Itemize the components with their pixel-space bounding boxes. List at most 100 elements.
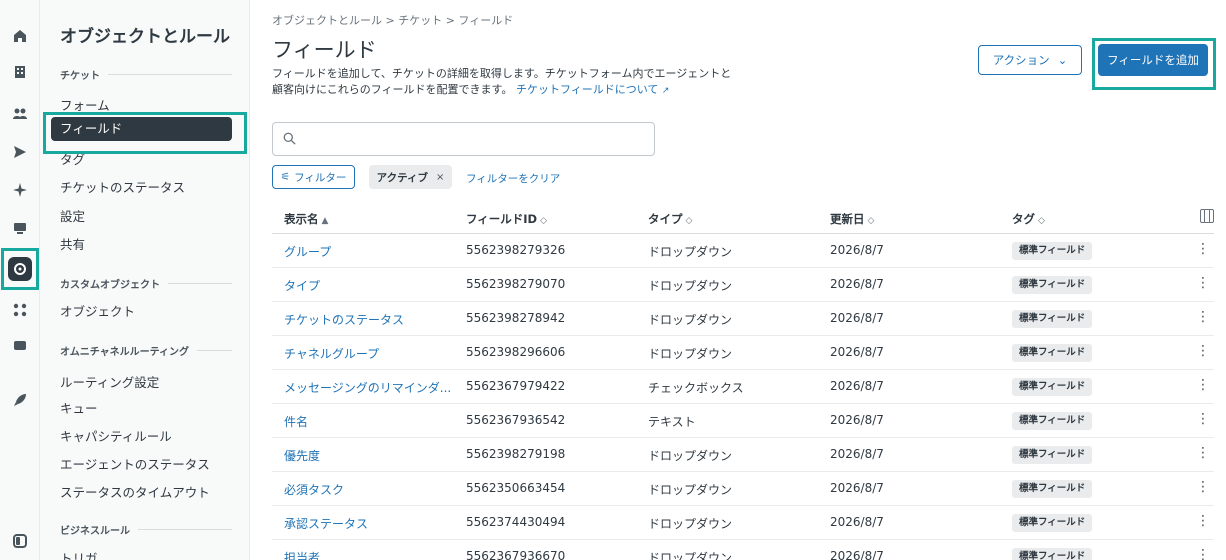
filter-button[interactable]: ⚟ フィルター [272,165,355,189]
close-icon[interactable]: × [436,172,444,183]
table-row[interactable]: グループ 5562398279326 ドロップダウン 2026/8/7 標準フィールド ⋮ [272,234,1214,268]
sort-asc-icon: ▲ [321,216,329,226]
overflow-menu-icon[interactable]: ⋮ [1196,479,1210,495]
field-id: 5562398279198 [466,447,566,461]
home-icon[interactable] [8,24,32,48]
tag-badge: 標準フィールド [1012,412,1093,430]
apps-icon[interactable] [8,298,32,322]
overflow-menu-icon[interactable]: ⋮ [1196,343,1210,359]
breadcrumb[interactable]: オブジェクトとルール > チケット > フィールド [272,12,513,28]
field-id: 5562374430494 [466,515,566,529]
table-row[interactable]: 必須タスク 5562350663454 ドロップダウン 2026/8/7 標準フィールド… [272,472,1214,506]
users-icon[interactable] [8,102,32,126]
column-header-label: フィールドID [466,212,538,226]
active-filter-chip[interactable]: アクティブ × [369,165,452,189]
nav-section-label: ビジネスルール [60,526,130,537]
field-id: 5562398279070 [466,277,566,291]
clear-filters-link[interactable]: フィルターをクリア [466,171,560,186]
fields-help-link[interactable]: チケットフィールドについて [516,83,658,96]
nav-item-sharing[interactable]: 共有 [60,234,85,253]
sparkle-icon[interactable] [8,178,32,202]
field-name-link[interactable]: 担当者 [284,549,320,560]
tag-badge: 標準フィールド [1012,242,1093,260]
sort-icon: ◇ [685,216,693,226]
tag-badge: 標準フィールド [1012,310,1093,328]
overflow-menu-icon[interactable]: ⋮ [1196,445,1210,461]
nav-item-ticket-statuses[interactable]: チケットのステータス [60,177,185,196]
nav-item-queues[interactable]: キュー [60,398,98,417]
column-header-label: 更新日 [830,212,865,226]
page-title: フィールド [272,38,377,62]
chip-label: アクティブ [376,171,428,184]
overflow-menu-icon[interactable]: ⋮ [1196,241,1210,257]
updated-date: 2026/8/7 [830,243,884,257]
field-name-link[interactable]: 優先度 [284,447,320,464]
field-type: ドロップダウン [648,483,733,497]
field-name-link[interactable]: メッセージングのリマインダ... [284,379,451,396]
column-header-tags[interactable]: タグ ◇ [1012,211,1045,227]
field-id: 5562350663454 [466,481,566,495]
column-header-field-id[interactable]: フィールドID ◇ [466,211,547,227]
nav-item-routing-settings[interactable]: ルーティング設定 [60,372,159,391]
field-name-link[interactable]: 承認ステータス [284,515,368,532]
field-name-link[interactable]: 件名 [284,413,308,430]
overflow-menu-icon[interactable]: ⋮ [1196,309,1210,325]
field-name-link[interactable]: 必須タスク [284,481,344,498]
actions-button-label: アクション [992,53,1050,67]
table-row[interactable]: チャネルグループ 5562398296606 ドロップダウン 2026/8/7 標準フィ… [272,336,1214,370]
rocket-icon[interactable] [8,388,32,412]
column-header-display-name[interactable]: 表示名 ▲ [284,211,328,227]
overflow-menu-icon[interactable]: ⋮ [1196,377,1210,393]
nav-item-triggers[interactable]: トリガ [60,548,98,560]
columns-icon[interactable] [1200,209,1214,223]
filter-button-label: フィルター [294,171,347,184]
field-name-link[interactable]: グループ [284,243,331,260]
overflow-menu-icon[interactable]: ⋮ [1196,411,1210,427]
search-input[interactable] [302,132,654,146]
field-type: ドロップダウン [648,245,733,259]
column-header-type[interactable]: タイプ ◇ [648,211,692,227]
table-header: 表示名 ▲ フィールドID ◇ タイプ ◇ 更新日 ◇ タグ ◇ [272,200,1214,234]
table-row[interactable]: メッセージングのリマインダ... 5562367979422 チェックボックス 202… [272,370,1214,404]
table-row[interactable]: 優先度 5562398279198 ドロップダウン 2026/8/7 標準フィールド ⋮ [272,438,1214,472]
product-tray-icon[interactable] [8,529,32,553]
nav-item-settings[interactable]: 設定 [60,206,85,225]
field-name-link[interactable]: チャネルグループ [284,345,379,362]
nav-item-status-timeouts[interactable]: ステータスのタイムアウト [60,482,210,501]
field-name-link[interactable]: タイプ [284,277,320,294]
overflow-menu-icon[interactable]: ⋮ [1196,275,1210,291]
nav-item-capacity-rules[interactable]: キャパシティルール [60,426,172,445]
filter-icon: ⚟ [280,171,291,183]
tag-badge: 標準フィールド [1012,480,1093,498]
field-id: 5562367936542 [466,413,566,427]
table-row[interactable]: チケットのステータス 5562398278942 ドロップダウン 2026/8/7 標準… [272,302,1214,336]
actions-button[interactable]: アクション ⌄ [978,45,1082,75]
updated-date: 2026/8/7 [830,447,884,461]
monitor-icon[interactable] [8,216,32,240]
updated-date: 2026/8/7 [830,345,884,359]
overflow-menu-icon[interactable]: ⋮ [1196,513,1210,529]
field-type: ドロップダウン [648,279,733,293]
chat-icon[interactable] [8,334,32,358]
field-name-link[interactable]: チケットのステータス [284,311,404,328]
field-type: テキスト [648,415,696,429]
table-row[interactable]: 件名 5562367936542 テキスト 2026/8/7 標準フィールド ⋮ [272,404,1214,438]
search-field[interactable] [272,122,655,156]
column-header-updated[interactable]: 更新日 ◇ [830,211,874,227]
table-row[interactable]: タイプ 5562398279070 ドロップダウン 2026/8/7 標準フィールド ⋮ [272,268,1214,302]
building-icon[interactable] [8,60,32,84]
field-type: ドロップダウン [648,551,733,560]
nav-section-label: カスタムオブジェクト [60,280,160,291]
column-header-label: タイプ [648,212,683,226]
table-row[interactable]: 承認ステータス 5562374430494 ドロップダウン 2026/8/7 標準フィー… [272,506,1214,540]
field-id: 5562398278942 [466,311,566,325]
nav-section-label: チケット [60,71,100,82]
field-id: 5562398279326 [466,243,566,257]
nav-item-objects[interactable]: オブジェクト [60,301,135,320]
send-icon[interactable] [8,140,32,164]
nav-section-custom-objects: カスタムオブジェクト [60,276,232,291]
nav-item-agent-statuses[interactable]: エージェントのステータス [60,454,210,473]
nav-title: オブジェクトとルール [60,27,230,47]
overflow-menu-icon[interactable]: ⋮ [1196,547,1210,560]
table-row[interactable]: 担当者 5562367936670 ドロップダウン 2026/8/7 標準フィールド ⋮ [272,540,1214,560]
